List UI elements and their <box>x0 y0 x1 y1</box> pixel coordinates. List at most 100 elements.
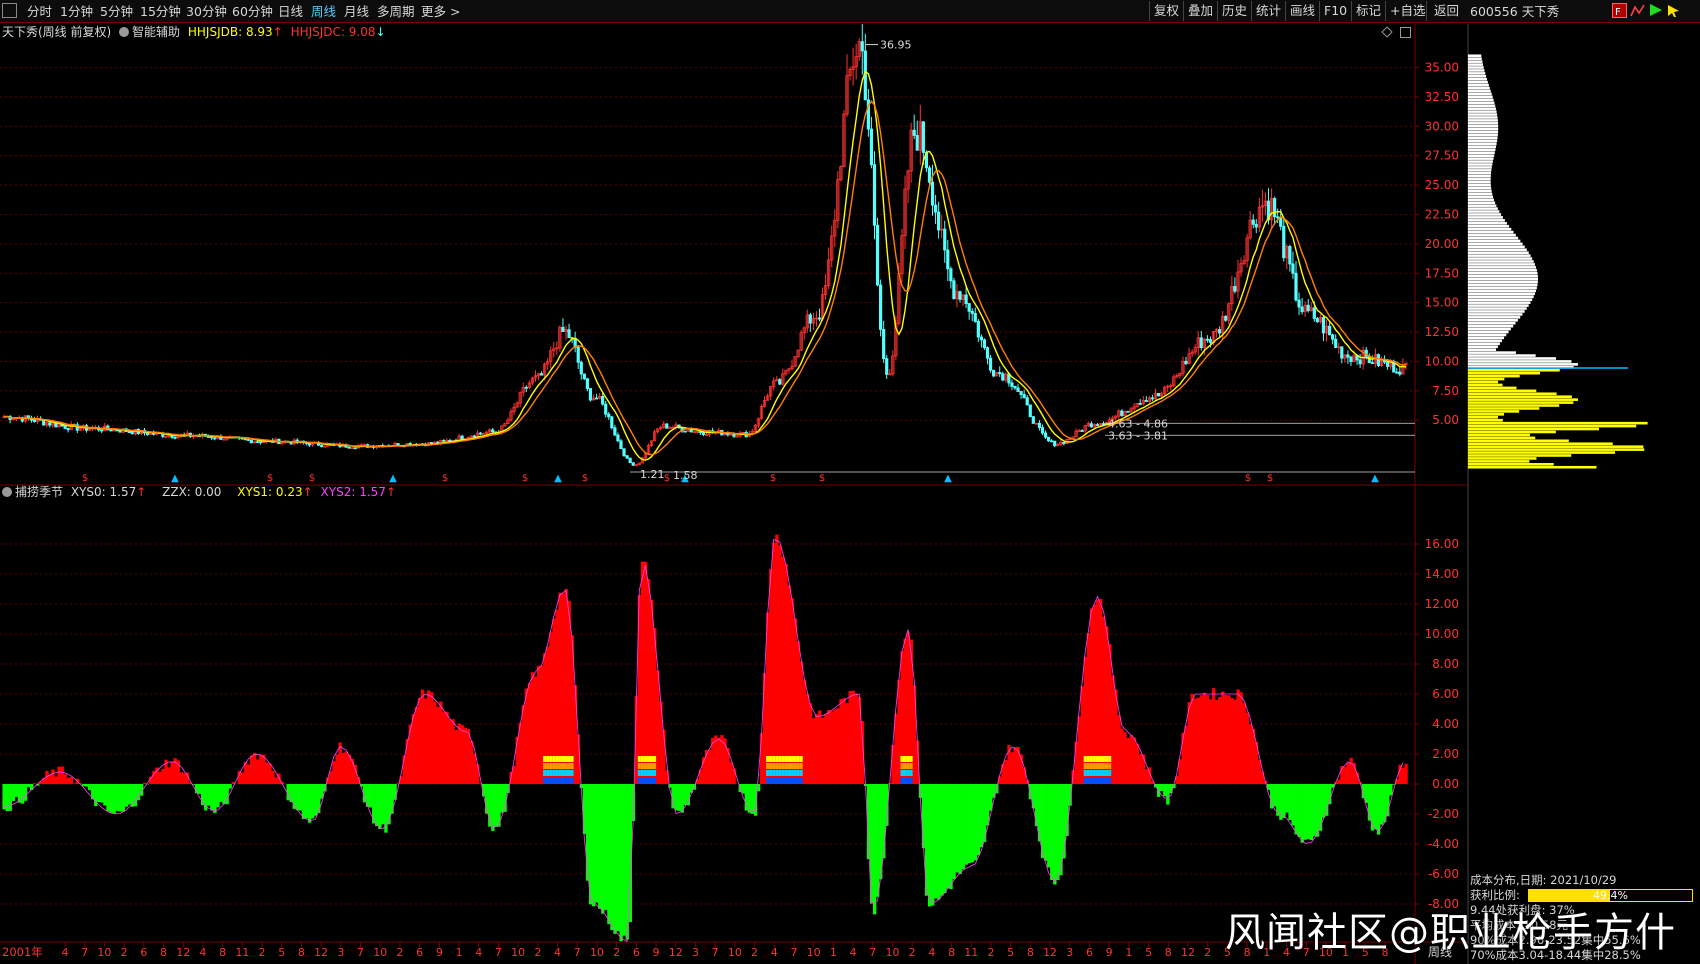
osc-bar <box>11 784 15 801</box>
osc-bar <box>882 784 886 859</box>
candle-body <box>576 346 580 363</box>
period-tab-0[interactable]: 分时 <box>24 2 55 21</box>
osc-bar <box>1221 691 1225 784</box>
osc-bar <box>100 784 104 803</box>
cost-bar <box>1468 269 1537 272</box>
cost-bar <box>1468 433 1530 437</box>
osc-bar <box>1349 757 1353 784</box>
rainbow-bar <box>640 756 645 762</box>
rainbow-bar <box>637 777 642 783</box>
osc-bar <box>142 782 147 784</box>
period-tab-4[interactable]: 30分钟 <box>183 2 230 21</box>
period-tab-2[interactable]: 5分钟 <box>97 2 136 21</box>
period-tab-more[interactable]: 更多 > <box>418 2 463 21</box>
osc-bar <box>1022 767 1026 784</box>
osc-bar <box>1215 699 1219 784</box>
osc-bar <box>1242 703 1246 784</box>
back-button[interactable]: 返回 <box>1426 1 1466 21</box>
rainbow-bar <box>799 756 804 762</box>
f10-button[interactable]: F10 <box>1319 1 1351 21</box>
osc-bar <box>989 784 993 811</box>
osc-bar <box>109 784 113 813</box>
cost-bar <box>1468 413 1504 416</box>
period-tab-1[interactable]: 1分钟 <box>57 2 96 21</box>
osc-bar <box>961 784 965 870</box>
candle-body <box>66 428 70 431</box>
candle-body <box>1001 373 1005 381</box>
signal-icon[interactable] <box>1630 3 1645 18</box>
period-tab-3[interactable]: 15分钟 <box>137 2 184 21</box>
cost-bar <box>1468 424 1637 428</box>
chart-canvas[interactable]: 35.0032.5030.0027.5025.0022.5020.0017.50… <box>0 24 1700 964</box>
restore-rights-button[interactable]: 复权 <box>1149 1 1183 21</box>
osc-bar <box>854 693 858 784</box>
osc-bar <box>304 784 309 819</box>
candle-body <box>665 423 669 429</box>
time-tick-label: 2 <box>987 946 994 959</box>
osc-bar <box>1233 699 1237 784</box>
osc-bar <box>1202 692 1207 784</box>
rainbow-bar <box>549 763 553 769</box>
arrow-icon[interactable] <box>1666 3 1681 18</box>
f10-icon[interactable]: F <box>1612 3 1627 18</box>
rainbow-bar <box>637 763 642 769</box>
candle-body <box>32 419 37 423</box>
osc-bar <box>781 556 785 784</box>
rainbow-bar <box>543 763 547 769</box>
osc-bar <box>1074 741 1078 784</box>
candle-body <box>1043 432 1048 438</box>
time-tick-label: 10 <box>590 946 604 959</box>
osc-bar <box>265 762 269 784</box>
osc-bar <box>72 783 77 784</box>
candle-body <box>1199 337 1203 348</box>
cost-bar <box>1468 307 1527 310</box>
cost-bar <box>1468 204 1497 207</box>
rainbow-bar <box>555 763 559 769</box>
time-axis: 4 7 10 2 6 8 12 4 8 11 2 5 8 12 3 7 10 2 6 9 1 4 7 10 2 4 7 10 2 6 9 12… <box>62 942 1389 959</box>
time-tick-label: 2 <box>751 946 758 959</box>
osc-bar <box>213 784 217 813</box>
candle-body <box>689 429 693 433</box>
cost-bar <box>1468 198 1494 202</box>
osc-tick-label: 0.00 <box>1432 777 1459 791</box>
draw-line-button[interactable]: 画线 <box>1285 1 1319 21</box>
rainbow-bar <box>561 770 565 776</box>
osc-bar <box>48 774 52 784</box>
rainbow-bar <box>564 756 568 762</box>
rainbow-bar <box>784 756 788 762</box>
overlay-button[interactable]: 叠加 <box>1183 1 1217 21</box>
osc-bar <box>1001 764 1005 784</box>
candle-body <box>539 373 544 376</box>
osc-bar <box>964 784 968 865</box>
osc-bar <box>680 784 684 813</box>
osc-bar <box>271 770 275 784</box>
history-button[interactable]: 历史 <box>1217 1 1251 21</box>
add-watchlist-button[interactable]: +自选 <box>1385 1 1426 21</box>
rainbow-bar <box>787 770 791 776</box>
time-tick-label: 2 <box>909 946 916 959</box>
panel-toggle-icon[interactable] <box>2 3 17 18</box>
rainbow-bar <box>552 763 556 769</box>
cost-bar <box>1468 460 1530 463</box>
period-tab-6[interactable]: 日线 <box>275 2 306 21</box>
period-tab-9[interactable]: 多周期 <box>374 2 418 21</box>
mark-button[interactable]: 标记 <box>1351 1 1385 21</box>
candle-body <box>1120 410 1124 416</box>
rainbow-bar <box>772 770 776 776</box>
osc-bar <box>1379 784 1384 825</box>
osc-bar <box>500 784 504 813</box>
osc-bar <box>1163 784 1167 797</box>
statistics-button[interactable]: 统计 <box>1251 1 1285 21</box>
osc-bar <box>640 561 645 784</box>
period-tab-8[interactable]: 月线 <box>341 2 372 21</box>
signal-marker: $ <box>267 473 273 484</box>
period-tab-5[interactable]: 60分钟 <box>229 2 276 21</box>
price-tick-label: 35.00 <box>1425 61 1459 75</box>
period-tab-7[interactable]: 周线 <box>308 2 339 21</box>
osc-bar <box>1077 716 1081 784</box>
flag-icon[interactable] <box>1648 3 1663 18</box>
cost-bar <box>1468 257 1533 260</box>
rainbow-bar <box>766 756 770 762</box>
candle-body <box>1300 306 1304 313</box>
candle-body <box>594 397 599 400</box>
